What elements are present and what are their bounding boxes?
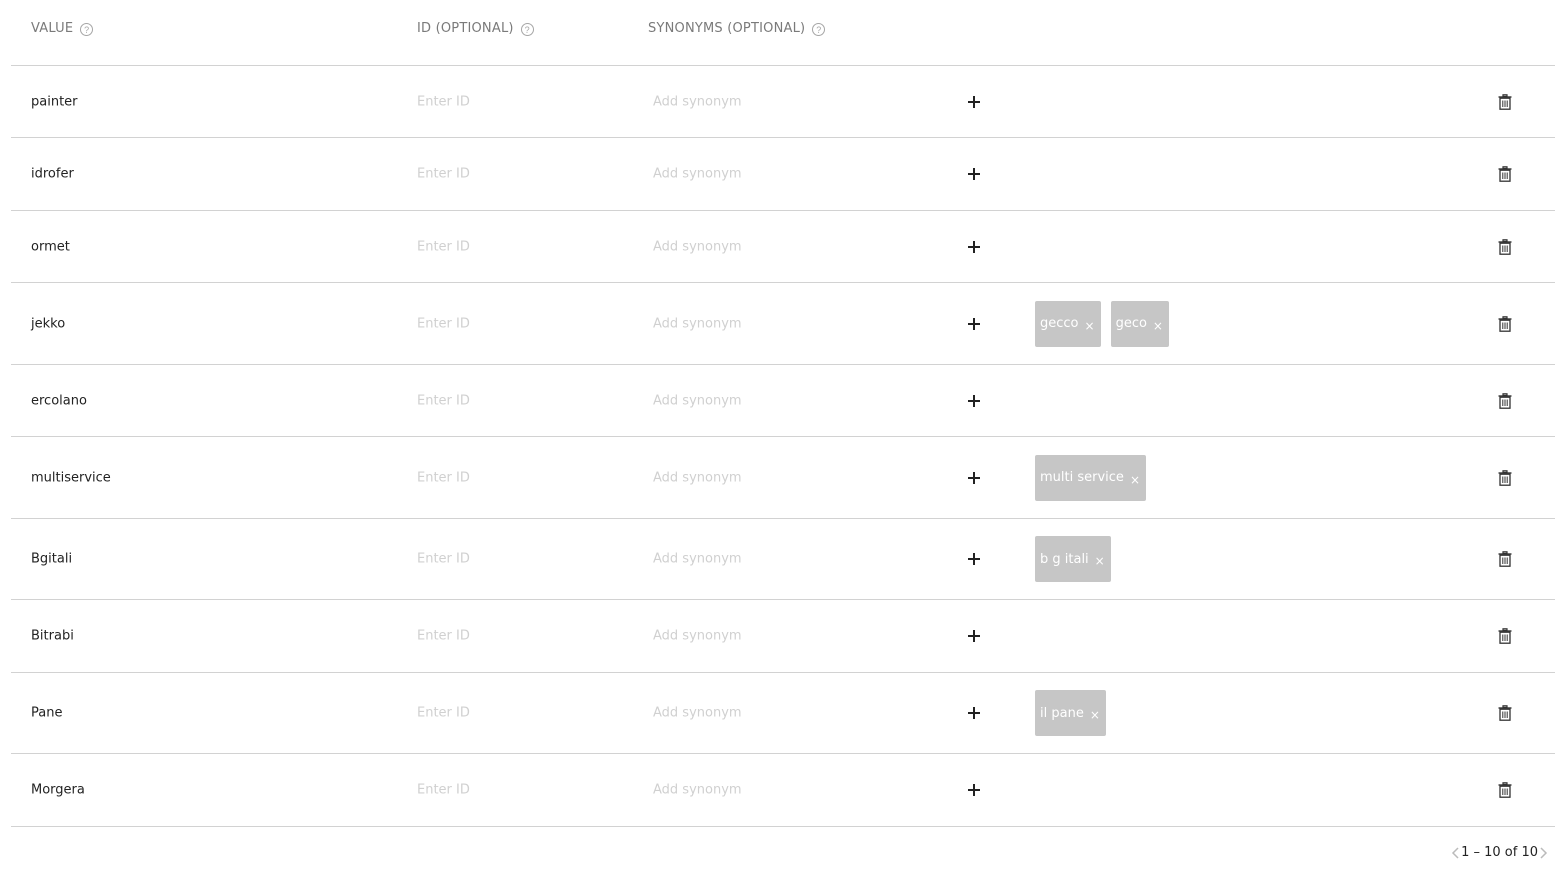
id-input[interactable] bbox=[417, 239, 617, 254]
table-body: painter idrofer ormet jekko gecco × geco × ercol… bbox=[11, 66, 1555, 827]
trash-icon[interactable] bbox=[1498, 238, 1512, 255]
table-header: VALUE ? ID (OPTIONAL) ? SYNONYMS (OPTION… bbox=[11, 0, 1555, 66]
table-row: idrofer bbox=[11, 138, 1555, 211]
plus-icon[interactable] bbox=[966, 166, 982, 182]
synonym-tags: multi service × bbox=[1035, 454, 1146, 501]
synonym-tag: multi service × bbox=[1035, 454, 1146, 501]
entity-value: jekko bbox=[31, 316, 66, 331]
remove-tag-icon[interactable]: × bbox=[1130, 473, 1140, 487]
entity-values-table: VALUE ? ID (OPTIONAL) ? SYNONYMS (OPTION… bbox=[11, 0, 1555, 827]
trash-icon[interactable] bbox=[1498, 628, 1512, 644]
id-input[interactable] bbox=[417, 705, 617, 721]
table-row: Bgitali b g itali × bbox=[11, 519, 1555, 600]
trash-icon[interactable] bbox=[1498, 469, 1512, 486]
entity-value: Morgera bbox=[31, 782, 85, 798]
id-input[interactable] bbox=[417, 470, 617, 485]
value-column-header: VALUE ? bbox=[31, 20, 94, 36]
plus-icon[interactable] bbox=[966, 316, 982, 332]
table-row: ercolano bbox=[11, 365, 1555, 437]
help-icon[interactable]: ? bbox=[80, 23, 94, 36]
id-input[interactable] bbox=[417, 94, 617, 109]
trash-icon[interactable] bbox=[1498, 392, 1512, 409]
table-row: multiservice multi service × bbox=[11, 437, 1555, 519]
table-row: Morgera bbox=[11, 754, 1555, 827]
synonym-tag-label: il pane bbox=[1040, 705, 1084, 721]
synonyms-column-header: SYNONYMS (OPTIONAL) ? bbox=[648, 20, 826, 36]
id-input[interactable] bbox=[417, 551, 617, 567]
pagination: 1 – 10 of 10 bbox=[1451, 845, 1548, 860]
value-column-label: VALUE bbox=[31, 20, 74, 36]
table-row: jekko gecco × geco × bbox=[11, 283, 1555, 365]
synonym-input[interactable] bbox=[653, 705, 933, 721]
synonym-input[interactable] bbox=[653, 470, 933, 485]
trash-icon[interactable] bbox=[1498, 166, 1512, 182]
trash-icon[interactable] bbox=[1498, 705, 1512, 721]
entity-value: multiservice bbox=[31, 470, 111, 485]
trash-icon[interactable] bbox=[1498, 315, 1512, 332]
plus-icon[interactable] bbox=[966, 94, 982, 110]
plus-icon[interactable] bbox=[966, 470, 982, 486]
synonym-tags: il pane × bbox=[1035, 690, 1106, 736]
synonym-input[interactable] bbox=[653, 393, 933, 408]
synonym-tag: gecco × bbox=[1035, 300, 1101, 347]
remove-tag-icon[interactable]: × bbox=[1090, 708, 1100, 722]
synonym-tag: b g itali × bbox=[1035, 536, 1111, 582]
synonym-tag: geco × bbox=[1110, 300, 1169, 347]
remove-tag-icon[interactable]: × bbox=[1085, 319, 1095, 333]
entity-value: painter bbox=[31, 94, 78, 109]
id-input[interactable] bbox=[417, 782, 617, 798]
entity-value: Pane bbox=[31, 705, 63, 721]
table-row: Bitrabi bbox=[11, 600, 1555, 673]
chevron-right-icon[interactable] bbox=[1538, 846, 1548, 860]
id-input[interactable] bbox=[417, 166, 617, 182]
plus-icon[interactable] bbox=[966, 705, 982, 721]
id-column-header: ID (OPTIONAL) ? bbox=[417, 20, 534, 36]
plus-icon[interactable] bbox=[966, 239, 982, 255]
synonym-input[interactable] bbox=[653, 94, 933, 109]
id-input[interactable] bbox=[417, 316, 617, 331]
plus-icon[interactable] bbox=[966, 782, 982, 798]
synonym-tags: b g itali × bbox=[1035, 536, 1111, 582]
table-row: painter bbox=[11, 66, 1555, 138]
synonym-input[interactable] bbox=[653, 551, 933, 567]
help-icon[interactable]: ? bbox=[520, 23, 534, 36]
trash-icon[interactable] bbox=[1498, 93, 1512, 110]
remove-tag-icon[interactable]: × bbox=[1095, 554, 1105, 568]
entity-value: Bgitali bbox=[31, 551, 73, 567]
id-input[interactable] bbox=[417, 393, 617, 408]
synonym-input[interactable] bbox=[653, 782, 933, 798]
plus-icon[interactable] bbox=[966, 551, 982, 567]
entity-value: idrofer bbox=[31, 166, 74, 182]
table-row: Pane il pane × bbox=[11, 673, 1555, 754]
plus-icon[interactable] bbox=[966, 393, 982, 409]
synonym-tag-label: b g itali bbox=[1040, 551, 1089, 567]
remove-tag-icon[interactable]: × bbox=[1153, 319, 1163, 333]
synonym-input[interactable] bbox=[653, 166, 933, 182]
synonym-input[interactable] bbox=[653, 628, 933, 644]
entity-value: ormet bbox=[31, 239, 70, 254]
synonym-input[interactable] bbox=[653, 316, 933, 331]
trash-icon[interactable] bbox=[1498, 551, 1512, 567]
entity-value: Bitrabi bbox=[31, 628, 74, 644]
id-input[interactable] bbox=[417, 628, 617, 644]
entity-value: ercolano bbox=[31, 393, 87, 408]
synonym-tag-label: geco bbox=[1115, 316, 1147, 331]
table-row: ormet bbox=[11, 211, 1555, 283]
synonym-tags: gecco × geco × bbox=[1035, 300, 1169, 347]
id-column-label: ID (OPTIONAL) bbox=[417, 20, 514, 36]
synonym-tag: il pane × bbox=[1035, 690, 1106, 736]
synonym-input[interactable] bbox=[653, 239, 933, 254]
synonym-tag-label: multi service bbox=[1040, 470, 1124, 485]
synonyms-column-label: SYNONYMS (OPTIONAL) bbox=[648, 20, 806, 36]
synonym-tag-label: gecco bbox=[1040, 316, 1079, 331]
chevron-left-icon[interactable] bbox=[1451, 846, 1461, 860]
help-icon[interactable]: ? bbox=[812, 23, 826, 36]
trash-icon[interactable] bbox=[1498, 782, 1512, 798]
plus-icon[interactable] bbox=[966, 628, 982, 644]
pagination-range: 1 – 10 of 10 bbox=[1461, 845, 1538, 860]
